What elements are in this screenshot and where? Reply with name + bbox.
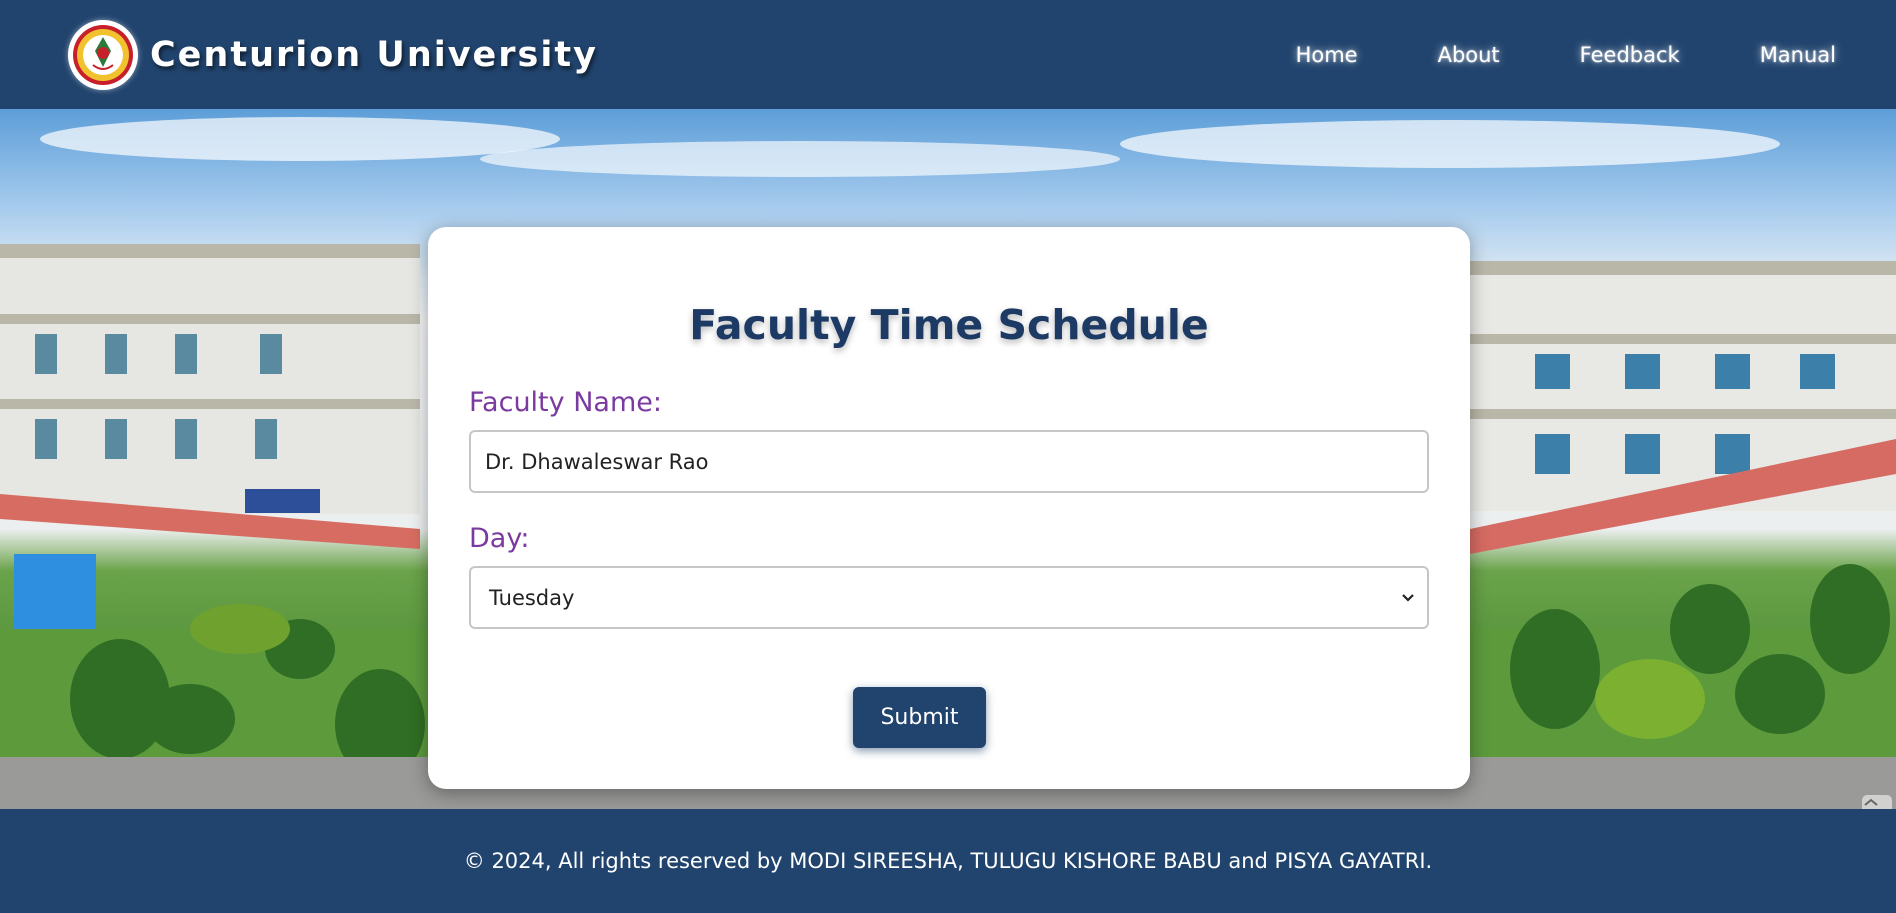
site-header: Centurion University Home About Feedback… — [0, 0, 1896, 109]
schedule-form-card: Faculty Time Schedule Faculty Name: Day:… — [428, 227, 1470, 789]
faculty-name-input[interactable] — [469, 430, 1429, 493]
footer-copyright: © 2024, All rights reserved by MODI SIRE… — [463, 849, 1433, 873]
nav-manual-link[interactable]: Manual — [1760, 43, 1836, 67]
university-seal-icon[interactable] — [68, 19, 138, 90]
nav-about-link[interactable]: About — [1438, 43, 1500, 67]
nav-home-link[interactable]: Home — [1296, 43, 1358, 67]
day-select[interactable]: Tuesday — [469, 566, 1429, 629]
chevron-down-icon — [1402, 594, 1414, 602]
brand-name[interactable]: Centurion University — [150, 35, 598, 75]
day-select-value: Tuesday — [489, 585, 575, 610]
expand-icon — [1864, 798, 1878, 806]
submit-button[interactable]: Submit — [853, 687, 986, 748]
scroll-to-top-button[interactable] — [1862, 795, 1892, 809]
faculty-name-label: Faculty Name: — [469, 387, 662, 418]
form-title: Faculty Time Schedule — [689, 301, 1209, 349]
brand[interactable]: Centurion University — [68, 19, 598, 90]
site-footer: © 2024, All rights reserved by MODI SIRE… — [0, 809, 1896, 913]
main-nav: Home About Feedback Manual — [1296, 43, 1836, 67]
nav-feedback-link[interactable]: Feedback — [1580, 43, 1680, 67]
day-label: Day: — [469, 523, 530, 554]
